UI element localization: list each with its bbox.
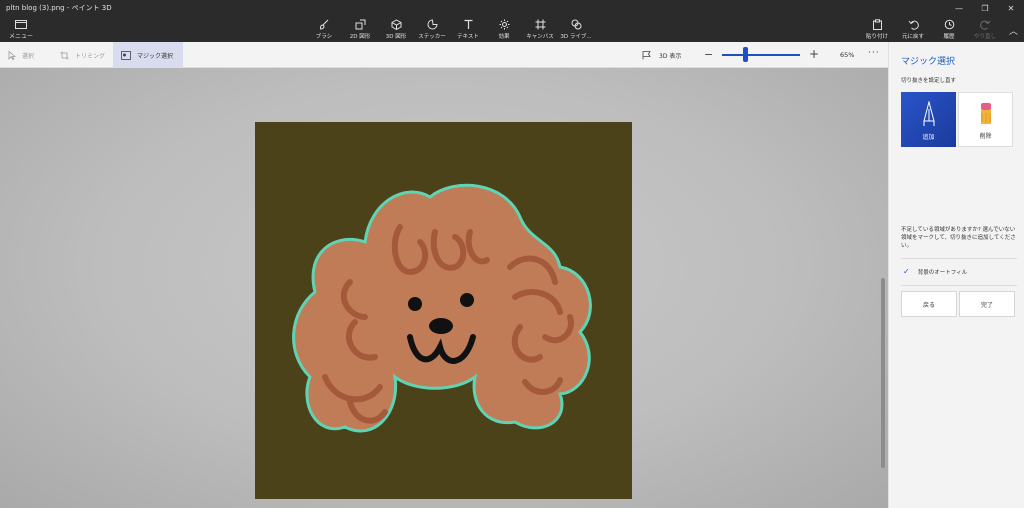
redo-button[interactable]: やり直し (967, 19, 1003, 40)
cursor-icon (8, 50, 16, 60)
canvas-icon (535, 19, 546, 30)
redo-icon (979, 19, 991, 30)
undo-icon (908, 19, 919, 30)
text-icon (463, 19, 474, 30)
ribbon-tools: ブラシ 2D 図形 3D 図形 ステッカー テキスト 効果 キャンバス 3D ラ… (306, 19, 594, 40)
tool-2d-shapes[interactable]: 2D 図形 (342, 19, 378, 40)
image-canvas[interactable] (255, 122, 632, 499)
remove-mode-button[interactable]: 削除 (958, 92, 1013, 147)
remove-mode-label: 削除 (979, 133, 992, 140)
view-3d-label: 3D 表示 (659, 52, 682, 60)
zoom-in-button[interactable]: + (809, 47, 819, 61)
done-button[interactable]: 完了 (959, 291, 1015, 317)
poodle-artwork (292, 183, 592, 433)
tool-brush[interactable]: ブラシ (306, 19, 342, 40)
vertical-scrollbar[interactable] (881, 278, 885, 468)
autofill-checkbox[interactable]: ✓ 背景のオートフィル (903, 267, 967, 276)
pen-add-icon (921, 100, 937, 131)
zoom-level: 65% (840, 51, 855, 59)
tool-label: 効果 (498, 34, 510, 40)
tool-effects[interactable]: 効果 (486, 19, 522, 40)
close-button[interactable]: ✕ (998, 0, 1024, 16)
tool-label: ステッカー (418, 34, 446, 40)
sun-icon (499, 19, 510, 30)
menu-button[interactable]: メニュー (8, 19, 34, 40)
tool-label: ブラシ (315, 34, 333, 40)
history-button[interactable]: 履歴 (931, 19, 967, 40)
nose (429, 318, 453, 334)
redo-label: やり直し (973, 34, 996, 40)
cube-icon (391, 19, 402, 30)
divider (901, 285, 1017, 286)
folder-icon (15, 19, 27, 31)
minimize-button[interactable]: — (946, 0, 972, 16)
magic-select-label: マジック選択 (137, 52, 174, 60)
magic-select-tool[interactable]: マジック選択 (113, 42, 183, 68)
crop-tool[interactable]: トリミング (60, 42, 105, 68)
undo-button[interactable]: 元に戻す (895, 19, 931, 40)
panel-subtitle: 切り抜きを設定し直す (901, 78, 957, 84)
tool-label: 3D ライブ... (560, 34, 592, 40)
paste-button[interactable]: 貼り付け (859, 19, 895, 40)
magic-select-icon (121, 50, 131, 60)
shape-2d-icon (355, 19, 366, 30)
zoom-slider-track[interactable] (722, 54, 800, 56)
history-label: 履歴 (943, 34, 955, 40)
tool-text[interactable]: テキスト (450, 19, 486, 40)
tool-label: テキスト (457, 34, 479, 40)
sticker-icon (427, 19, 438, 30)
select-label: 選択 (22, 52, 35, 60)
tool-3d-library[interactable]: 3D ライブ... (558, 19, 594, 40)
undo-label: 元に戻す (901, 34, 924, 40)
title-ribbon-bar: pltn blog (3).png - ペイント 3D — ❐ ✕ メニュー ブ… (0, 0, 1024, 42)
crop-label: トリミング (75, 52, 106, 60)
library-icon (571, 19, 582, 30)
window-controls: — ❐ ✕ (946, 0, 1024, 16)
flag-icon (642, 50, 651, 60)
back-button[interactable]: 戻る (901, 291, 957, 317)
right-eye (460, 293, 474, 307)
view-3d-toggle[interactable]: 3D 表示 (642, 42, 681, 68)
maximize-button[interactable]: ❐ (972, 0, 998, 16)
checkmark-icon: ✓ (903, 267, 910, 276)
ribbon-right-tools: 貼り付け 元に戻す 履歴 やり直し (859, 19, 1003, 40)
left-eye (408, 297, 422, 311)
tool-stickers[interactable]: ステッカー (414, 19, 450, 40)
menu-label: メニュー (8, 33, 33, 40)
selection-toolbar: 選択 トリミング マジック選択 3D 表示 − + 65% ··· (0, 42, 888, 68)
panel-title: マジック選択 (901, 57, 956, 67)
tool-label: キャンバス (526, 34, 554, 40)
collapse-ribbon-chevron-icon[interactable]: ︿ (1009, 24, 1018, 37)
eraser-icon (980, 102, 992, 132)
tool-3d-shapes[interactable]: 3D 図形 (378, 19, 414, 40)
more-options-button[interactable]: ··· (868, 48, 880, 58)
history-icon (944, 19, 955, 30)
hint-text: 不足している領域がありますか? 選んでいない領域をマークして、切り抜きに追加して… (901, 227, 1016, 249)
tool-label: 3D 図形 (385, 34, 407, 40)
crop-icon (60, 51, 69, 60)
zoom-out-button[interactable]: − (704, 48, 713, 61)
workspace (0, 68, 888, 508)
add-mode-label: 追加 (922, 134, 935, 141)
brush-icon (319, 19, 330, 30)
paste-icon (872, 19, 883, 30)
tool-canvas[interactable]: キャンバス (522, 19, 558, 40)
divider (901, 258, 1017, 259)
magic-select-panel: マジック選択 切り抜きを設定し直す 追加 削除 不足している領域がありますか? … (888, 42, 1024, 508)
autofill-label: 背景のオートフィル (917, 269, 968, 276)
paste-label: 貼り付け (865, 34, 888, 40)
select-tool[interactable]: 選択 (8, 42, 34, 68)
add-mode-button[interactable]: 追加 (901, 92, 956, 147)
tool-label: 2D 図形 (349, 34, 371, 40)
window-title: pltn blog (3).png - ペイント 3D (6, 4, 112, 12)
zoom-slider-thumb[interactable] (743, 47, 749, 62)
